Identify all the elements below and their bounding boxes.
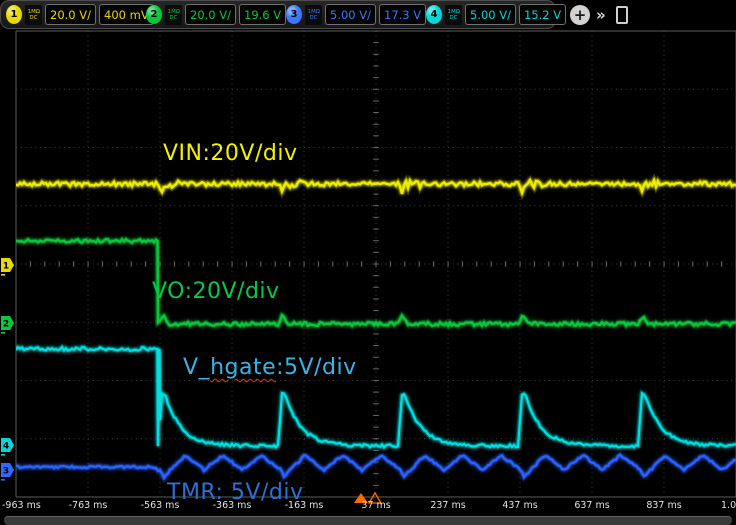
ground-marker-ch3[interactable]: 3 — [1, 463, 14, 481]
time-tick-label: 637 ms — [574, 500, 609, 511]
time-tick-label: 37 ms — [361, 500, 390, 511]
time-tick-label: 837 ms — [646, 500, 681, 511]
trace-label-vo: VO:20V/div — [152, 279, 280, 304]
time-tick-label: 237 ms — [430, 500, 465, 511]
ground-marker-ch2[interactable]: 2 — [1, 316, 14, 334]
trace-label-vhgate: V_hgate:5V/div — [183, 355, 357, 380]
label-text: :5V/div — [276, 355, 356, 380]
waveform-display: 1 2 4 3 — [0, 0, 736, 524]
time-tick-label: -763 ms — [69, 500, 108, 511]
time-tick-label: -963 ms — [2, 500, 41, 511]
ground-marker-ch4[interactable]: 4 — [1, 438, 14, 456]
ground-marker-ch1[interactable]: 1 — [1, 258, 14, 276]
misspelled-word: hgate — [210, 355, 276, 380]
graticule — [16, 31, 736, 497]
trace-vhgate — [16, 347, 736, 447]
time-tick-label: 437 ms — [502, 500, 537, 511]
svg-text:2: 2 — [3, 320, 9, 330]
time-tick-label: 1.0 — [721, 500, 736, 511]
trace-label-vin: VIN:20V/div — [163, 141, 297, 166]
oscilloscope-screen: 1 1MΩ DC 20.0 V/ 400 mV 2 1MΩ DC 20.0 V/… — [0, 0, 736, 524]
label-text: V_ — [183, 355, 210, 380]
time-axis: -963 ms-763 ms-563 ms-363 ms-163 ms37 ms… — [0, 500, 736, 514]
svg-text:3: 3 — [3, 467, 9, 477]
trace-label-tmr: TMR: 5V/div — [167, 480, 304, 505]
svg-text:1: 1 — [3, 262, 9, 272]
trace-vin — [16, 180, 736, 194]
trace-tmr — [16, 455, 736, 478]
svg-text:4: 4 — [3, 442, 9, 452]
